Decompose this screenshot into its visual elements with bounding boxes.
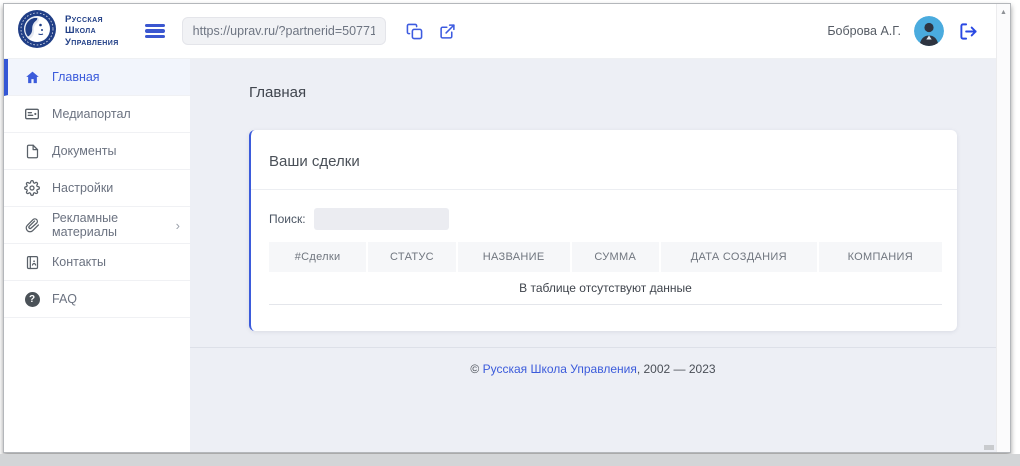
sidebar-item-faq[interactable]: FAQ [4, 281, 190, 318]
search-label: Поиск: [269, 212, 306, 226]
sidebar-item-label: Медиапортал [52, 107, 131, 121]
vertical-scrollbar[interactable]: ▲ [996, 4, 1010, 452]
footer: © Русская Школа Управления, 2002 — 2023 [190, 347, 996, 376]
sidebar: Главная Медиапортал Документы [4, 59, 190, 452]
gear-icon [24, 180, 40, 196]
question-icon [24, 291, 40, 307]
sidebar-item-documents[interactable]: Документы [4, 133, 190, 170]
sidebar-item-contacts[interactable]: Контакты [4, 244, 190, 281]
deals-table: #Сделки СТАТУС НАЗВАНИЕ СУММА ДАТА СОЗДА… [269, 242, 942, 305]
paperclip-icon [24, 217, 40, 233]
deals-card: Ваши сделки Поиск: #Сделки СТАТУС НАЗВАН… [249, 130, 957, 331]
column-header-sum: СУММА [572, 242, 662, 272]
page-title: Главная [249, 84, 996, 101]
sidebar-item-label: FAQ [52, 292, 77, 306]
external-link-icon[interactable] [439, 23, 456, 40]
partner-url-input[interactable] [182, 17, 386, 45]
deals-card-title: Ваши сделки [251, 130, 957, 190]
menu-icon[interactable] [145, 24, 165, 39]
brand-name: Русская Школа Управления [65, 14, 119, 48]
logout-icon[interactable] [959, 22, 978, 41]
column-header-company: КОМПАНИЯ [819, 242, 942, 272]
document-icon [24, 143, 40, 159]
sidebar-item-label: Документы [52, 144, 116, 158]
column-header-created-date: ДАТА СОЗДАНИЯ [661, 242, 819, 272]
user-name: Боброва А.Г. [827, 24, 901, 38]
home-icon [24, 69, 40, 85]
column-header-status: СТАТУС [368, 242, 458, 272]
scroll-up-icon[interactable]: ▲ [997, 4, 1010, 16]
search-row: Поиск: [269, 208, 942, 230]
footer-link[interactable]: Русская Школа Управления [483, 362, 637, 376]
copyright-suffix: , 2002 — 2023 [637, 362, 716, 376]
sidebar-item-label: Контакты [52, 255, 106, 269]
column-header-deal-id: #Сделки [269, 242, 368, 272]
table-header-row: #Сделки СТАТУС НАЗВАНИЕ СУММА ДАТА СОЗДА… [269, 242, 942, 272]
search-input[interactable] [314, 208, 449, 230]
rsu-emblem-icon [18, 10, 56, 53]
contacts-icon [24, 254, 40, 270]
sidebar-item-promo-materials[interactable]: Рекламные материалы [4, 207, 190, 244]
sidebar-item-mediaportal[interactable]: Медиапортал [4, 96, 190, 133]
chevron-right-icon [176, 219, 180, 232]
app-window: Русская Школа Управления Боброва А.Г. [3, 3, 1011, 453]
avatar[interactable] [914, 16, 944, 46]
sidebar-item-label: Настройки [52, 181, 113, 195]
copyright-prefix: © [470, 362, 482, 376]
sidebar-item-settings[interactable]: Настройки [4, 170, 190, 207]
sidebar-item-label: Главная [52, 70, 100, 84]
main-content: Главная Ваши сделки Поиск: #Сделки СТАТУ… [190, 59, 996, 452]
sidebar-item-home[interactable]: Главная [4, 59, 190, 96]
scroll-corner-mark [984, 445, 994, 450]
media-portal-icon [24, 106, 40, 122]
desktop-background-strip [0, 454, 1020, 466]
table-empty-state: В таблице отсутствуют данные [269, 272, 942, 305]
sidebar-item-label: Рекламные материалы [52, 211, 164, 239]
top-header: Русская Школа Управления Боброва А.Г. [4, 4, 996, 59]
copy-icon[interactable] [406, 23, 423, 40]
brand-logo: Русская Школа Управления [18, 10, 119, 53]
column-header-name: НАЗВАНИЕ [458, 242, 572, 272]
